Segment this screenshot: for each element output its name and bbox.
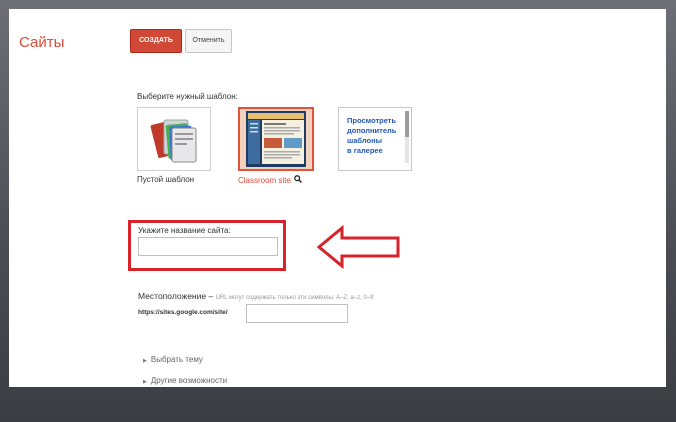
location-row: Местоположение – URL могут содержать тол…: [138, 291, 374, 301]
choose-theme-toggle[interactable]: ▶ Выбрать тему: [143, 355, 203, 364]
create-site-page: Сайты СОЗДАТЬ Отменить Выберите нужный ш…: [9, 9, 666, 387]
site-url-input[interactable]: [246, 304, 348, 323]
site-name-label: Укажите название сайта:: [138, 226, 231, 235]
expand-triangle-icon: ▶: [143, 358, 147, 364]
expand-triangle-icon: ▶: [143, 379, 147, 385]
gallery-scrollbar[interactable]: [405, 111, 409, 163]
location-hint: URL могут содержать только эти символы: …: [215, 295, 374, 301]
template-classroom-label[interactable]: Classroom site: [238, 175, 302, 185]
cancel-button[interactable]: Отменить: [185, 29, 232, 53]
template-gallery-link[interactable]: Просмотреть дополнитель шаблоны в галере…: [338, 107, 412, 171]
create-button[interactable]: СОЗДАТЬ: [130, 29, 182, 53]
document-stack-icon: [150, 119, 197, 163]
left-arrow-annotation: [316, 225, 400, 269]
template-heading: Выберите нужный шаблон:: [137, 92, 238, 101]
app-title: Сайты: [19, 34, 65, 51]
magnifier-icon[interactable]: [294, 175, 302, 185]
site-name-input[interactable]: [138, 237, 278, 256]
site-thumbnail: [246, 111, 306, 167]
template-blank[interactable]: [137, 107, 211, 171]
template-classroom-site[interactable]: [238, 107, 314, 171]
template-blank-label[interactable]: Пустой шаблон: [137, 175, 194, 184]
url-prefix: https://sites.google.com/site/: [138, 309, 228, 316]
gallery-link-text[interactable]: Просмотреть дополнитель шаблоны в галере…: [347, 116, 407, 156]
more-options-toggle[interactable]: ▶ Другие возможности: [143, 376, 227, 385]
location-label: Местоположение –: [138, 291, 214, 301]
